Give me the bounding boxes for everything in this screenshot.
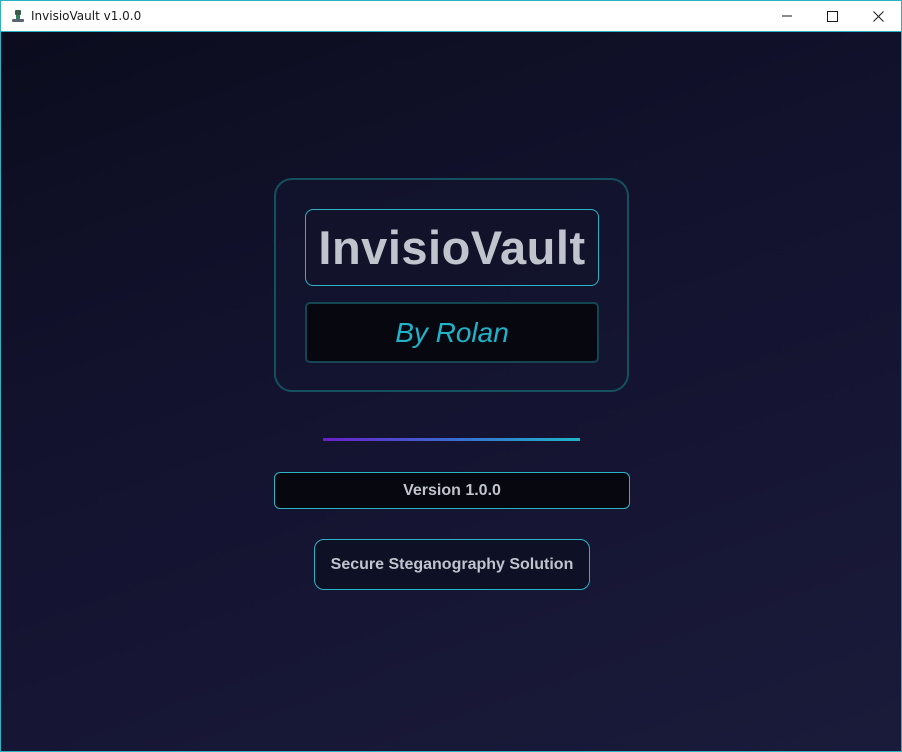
close-button[interactable]	[855, 1, 901, 31]
gradient-divider	[323, 438, 580, 441]
minimize-button[interactable]	[764, 1, 810, 31]
title-bar[interactable]: InvisioVault v1.0.0	[1, 1, 901, 32]
version-label: Version 1.0.0	[403, 481, 501, 499]
author-box: By Rolan	[305, 302, 599, 363]
maximize-button[interactable]	[809, 1, 855, 31]
tagline-box: Secure Steganography Solution	[314, 539, 590, 590]
close-icon	[872, 10, 884, 22]
maximize-icon	[826, 10, 838, 22]
window-title: InvisioVault v1.0.0	[31, 9, 142, 23]
app-window: InvisioVault v1.0.0 InvisioVault By Rola…	[0, 0, 902, 752]
author-label: By Rolan	[395, 316, 509, 348]
version-box: Version 1.0.0	[274, 472, 630, 509]
app-title: InvisioVault	[318, 221, 586, 274]
app-title-box: InvisioVault	[305, 209, 599, 286]
splash-screen: InvisioVault By Rolan Version 1.0.0 Secu…	[1, 32, 901, 751]
app-icon	[11, 9, 25, 23]
minimize-icon	[782, 11, 792, 21]
tagline-label: Secure Steganography Solution	[330, 555, 574, 573]
